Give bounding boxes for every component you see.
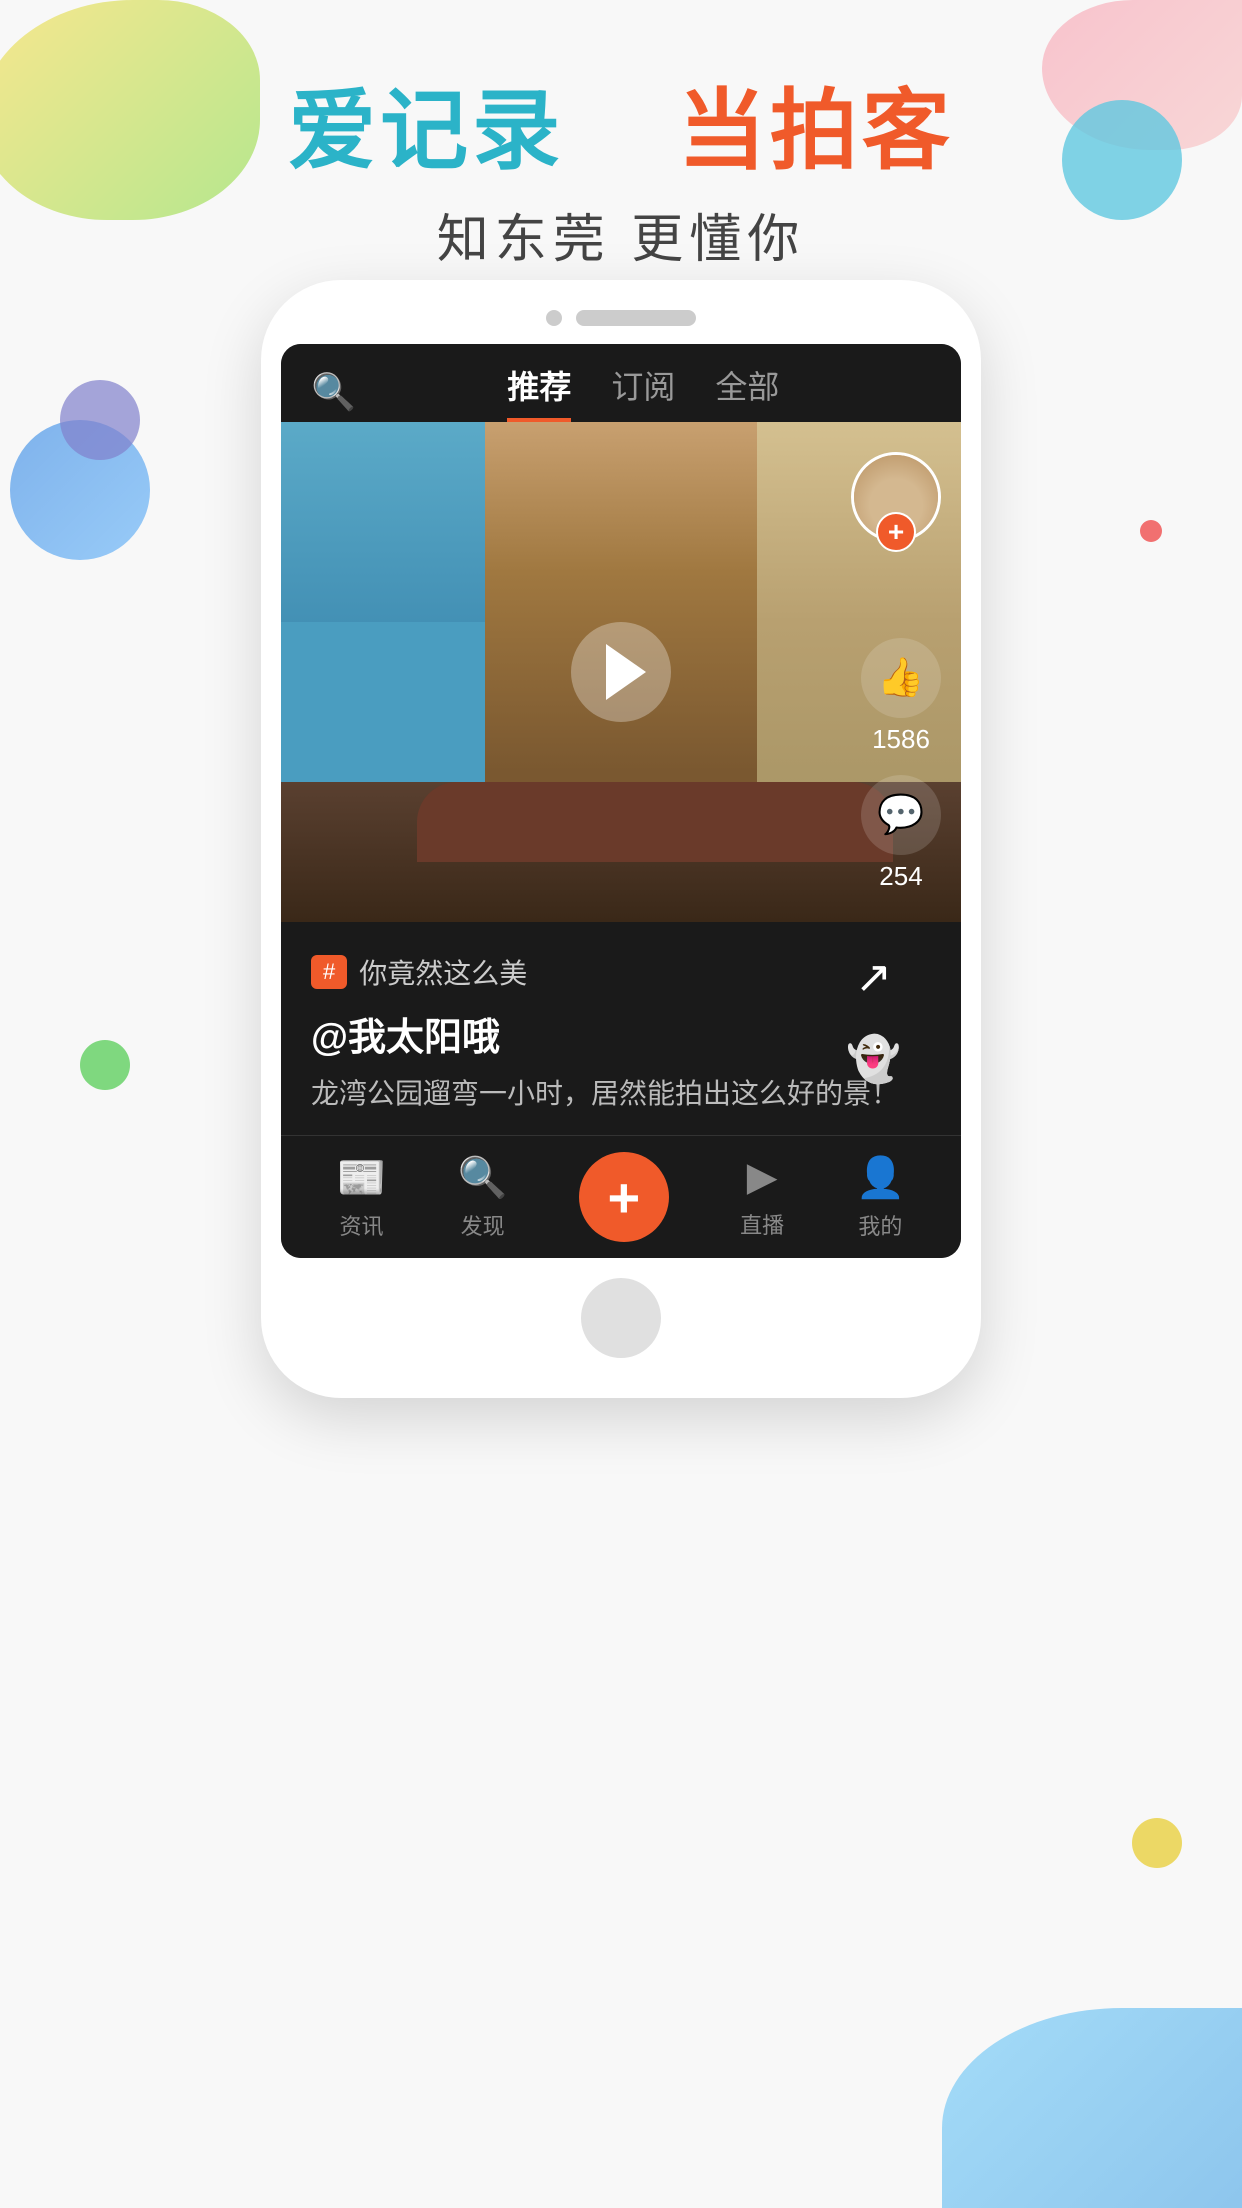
top-section: 爱记录 当拍客 知东莞 更懂你 [0, 0, 1242, 272]
live-label: 直播 [740, 1208, 784, 1240]
tab-subscription[interactable]: 订阅 [611, 362, 675, 422]
post-description: 龙湾公园遛弯一小时，居然能拍出这么好的景！ [311, 1073, 931, 1115]
nav-item-discover[interactable]: 🔍 发现 [458, 1154, 508, 1241]
phone-speaker [281, 310, 961, 326]
like-icon: 👍 [861, 638, 941, 718]
news-label: 资讯 [340, 1209, 384, 1241]
bg-blob-yellow-right [1132, 1818, 1182, 1868]
tab-recommended[interactable]: 推荐 [507, 362, 571, 422]
nav-tabs: 推荐 订阅 全部 [356, 362, 931, 422]
headline: 爱记录 当拍客 [0, 60, 1242, 187]
nav-plus-button[interactable]: + [579, 1152, 669, 1242]
bg-blob-green-left [80, 1040, 130, 1090]
phone-outer: 🔍 推荐 订阅 全部 [261, 280, 981, 1398]
app-nav: 🔍 推荐 订阅 全部 [281, 344, 961, 422]
share-icon[interactable]: ↗ [855, 952, 892, 1003]
content-area: # 你竟然这么美 @我太阳哦 龙湾公园遛弯一小时，居然能拍出这么好的景！ ↗ 👻 [281, 922, 961, 1135]
bg-blob-blue-bottom-right [942, 2008, 1242, 2208]
follow-plus-button[interactable]: + [876, 512, 916, 552]
like-action[interactable]: 👍 1586 [861, 638, 941, 755]
headline-part2: 当拍客 [678, 81, 954, 180]
right-action-icons: 👍 1586 💬 254 [861, 638, 941, 892]
bg-blob-purple-left [60, 380, 140, 460]
speaker-dot [546, 310, 562, 326]
play-button[interactable] [571, 622, 671, 722]
bg-blob-blue-left [10, 420, 150, 560]
content-left: # 你竟然这么美 @我太阳哦 龙湾公园遛弯一小时，居然能拍出这么好的景！ [311, 952, 931, 1115]
comment-count: 254 [879, 861, 922, 892]
ghost-icon[interactable]: 👻 [846, 1033, 901, 1085]
comment-action[interactable]: 💬 254 [861, 775, 941, 892]
content-right-icons: ↗ 👻 [846, 952, 901, 1085]
shrubs [417, 782, 893, 862]
news-icon: 📰 [337, 1154, 387, 1201]
speaker-bar [576, 310, 696, 326]
mine-label: 我的 [858, 1209, 902, 1241]
tab-all[interactable]: 全部 [715, 362, 779, 422]
nav-item-live[interactable]: ▶ 直播 [740, 1154, 784, 1240]
comment-icon: 💬 [861, 775, 941, 855]
headline-part1: 爱记录 [288, 81, 564, 180]
post-author[interactable]: @我太阳哦 [311, 1006, 931, 1061]
phone-home-button[interactable] [581, 1278, 661, 1358]
discover-label: 发现 [461, 1209, 505, 1241]
phone-mockup: 🔍 推荐 订阅 全部 [261, 280, 981, 1398]
avatar-area: + [851, 452, 941, 542]
like-count: 1586 [872, 724, 930, 755]
bg-blob-red-right [1140, 520, 1162, 542]
app-screen: 🔍 推荐 订阅 全部 [281, 344, 961, 1258]
nav-item-mine[interactable]: 👤 我的 [855, 1154, 905, 1241]
bottom-nav: 📰 资讯 🔍 发现 + ▶ 直播 👤 我的 [281, 1135, 961, 1258]
play-triangle-icon [606, 644, 646, 700]
nav-item-news[interactable]: 📰 资讯 [337, 1154, 387, 1241]
mine-icon: 👤 [855, 1154, 905, 1201]
tag-text: 你竟然这么美 [359, 952, 527, 992]
content-with-side: # 你竟然这么美 @我太阳哦 龙湾公园遛弯一小时，居然能拍出这么好的景！ ↗ 👻 [311, 952, 931, 1115]
search-icon[interactable]: 🔍 [311, 371, 356, 413]
live-icon: ▶ [747, 1154, 778, 1200]
subtitle: 知东莞 更懂你 [0, 197, 1242, 272]
hashtag-badge: # [311, 955, 347, 989]
tag-line: # 你竟然这么美 [311, 952, 931, 992]
discover-icon: 🔍 [458, 1154, 508, 1201]
video-area: + 👍 1586 💬 254 [281, 422, 961, 922]
